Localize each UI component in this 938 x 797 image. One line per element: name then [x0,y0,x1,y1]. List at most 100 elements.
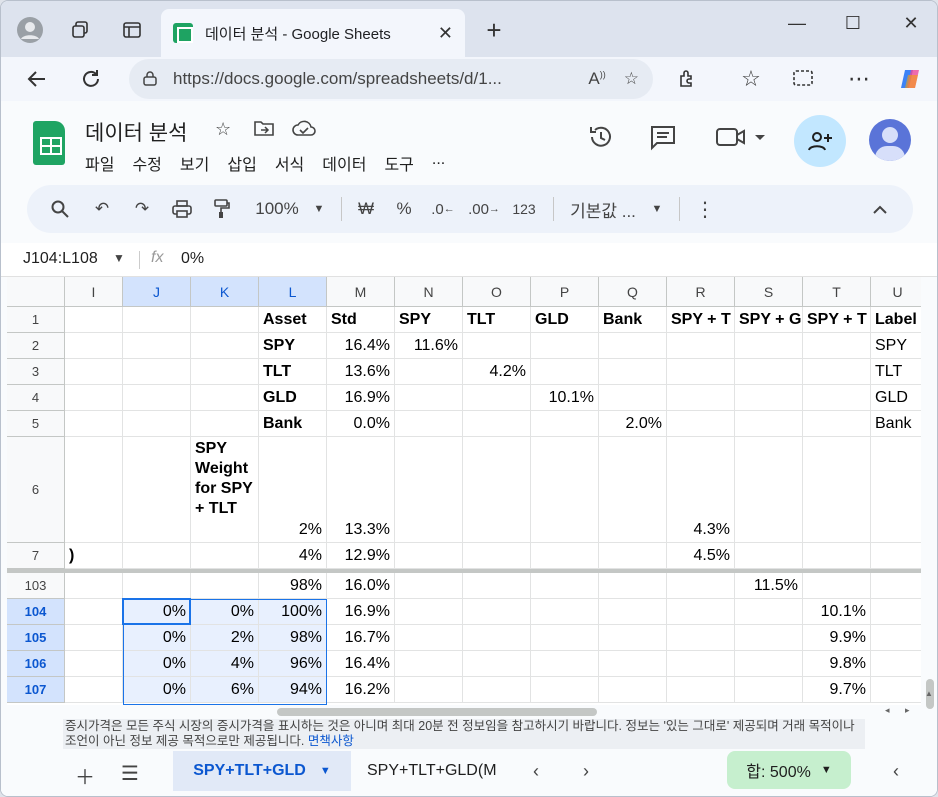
cell-m2[interactable]: 16.4% [327,333,395,359]
cell-m3[interactable]: 13.6% [327,359,395,385]
row-header-3[interactable]: 3 [7,359,65,385]
scroll-left-icon[interactable]: ◂ [885,705,890,716]
share-button[interactable] [794,115,846,167]
cell-k103[interactable] [191,573,259,599]
reload-icon[interactable] [75,63,107,95]
cell-r106[interactable] [667,651,735,677]
row-header-6[interactable]: 6 [7,437,65,543]
menu-file[interactable]: 파일 [85,151,114,175]
menu-tools[interactable]: 도구 [384,151,413,175]
cell-i104[interactable] [65,599,123,625]
cell-m1[interactable]: Std [327,307,395,333]
version-history-icon[interactable] [587,123,615,157]
cell-k3[interactable] [191,359,259,385]
all-sheets-icon[interactable]: ☰ [121,761,139,786]
comments-icon[interactable] [649,123,677,157]
cell-s3[interactable] [735,359,803,385]
cell-t103[interactable] [803,573,871,599]
cell-o5[interactable] [463,411,531,437]
scroll-sheets-right-icon[interactable]: › [583,761,589,782]
cell-r107[interactable] [667,677,735,703]
column-header-m[interactable]: M [327,277,395,307]
cell-o7[interactable] [463,543,531,569]
row-header-4[interactable]: 4 [7,385,65,411]
cell-s104[interactable] [735,599,803,625]
cell-q2[interactable] [599,333,667,359]
horizontal-scroll-thumb[interactable] [277,708,597,716]
cell-r2[interactable] [667,333,735,359]
disclaimer-link[interactable]: 면책사항 [308,734,354,748]
number-format-button[interactable]: 123 [509,185,539,233]
column-header-n[interactable]: N [395,277,463,307]
favorites-icon[interactable]: ☆ [735,63,767,95]
close-window-button[interactable]: ✕ [891,13,931,34]
favorite-star-icon[interactable]: ☆ [624,69,639,89]
cell-l107[interactable]: 94% [259,677,327,703]
close-tab-icon[interactable]: ✕ [438,23,453,44]
cell-o103[interactable] [463,573,531,599]
more-options-icon[interactable]: ⋯ [843,63,875,95]
column-header-q[interactable]: Q [599,277,667,307]
sum-dropdown-icon[interactable]: ▼ [821,764,832,776]
cell-s1[interactable]: SPY + G [735,307,803,333]
cell-u4[interactable]: GLD [871,385,921,411]
percent-format-button[interactable]: % [391,185,417,233]
column-header-p[interactable]: P [531,277,599,307]
zoom-dropdown-icon[interactable]: ▼ [311,185,327,233]
sheet-menu-icon[interactable]: ▼ [320,765,331,777]
column-header-t[interactable]: T [803,277,871,307]
cell-n7[interactable] [395,543,463,569]
cell-s107[interactable] [735,677,803,703]
cell-u106[interactable] [871,651,921,677]
search-menus-icon[interactable] [45,185,75,233]
document-title[interactable]: 데이터 분석 [85,117,187,147]
cell-p5[interactable] [531,411,599,437]
cell-t5[interactable] [803,411,871,437]
scroll-right-icon[interactable]: ▸ [905,705,910,716]
cell-q106[interactable] [599,651,667,677]
cell-k107[interactable]: 6% [191,677,259,703]
cell-u105[interactable] [871,625,921,651]
cell-k2[interactable] [191,333,259,359]
screenshot-icon[interactable] [787,63,819,95]
cell-n104[interactable] [395,599,463,625]
cell-o2[interactable] [463,333,531,359]
cell-s103[interactable]: 11.5% [735,573,803,599]
font-dropdown-icon[interactable]: ▼ [649,185,665,233]
cell-q4[interactable] [599,385,667,411]
cell-t4[interactable] [803,385,871,411]
maximize-button[interactable]: ☐ [833,13,873,34]
cell-l103[interactable]: 98% [259,573,327,599]
cell-j104[interactable]: 0% [123,599,191,625]
cell-j107[interactable]: 0% [123,677,191,703]
column-header-i[interactable]: I [65,277,123,307]
zoom-select[interactable]: 100% [247,185,307,233]
cell-n107[interactable] [395,677,463,703]
row-header-103[interactable]: 103 [7,573,65,599]
cell-o1[interactable]: TLT [463,307,531,333]
cell-t3[interactable] [803,359,871,385]
collapse-menus-icon[interactable] [867,185,893,233]
star-icon[interactable]: ☆ [215,119,231,140]
cell-r105[interactable] [667,625,735,651]
cell-o104[interactable] [463,599,531,625]
menu-edit[interactable]: 수정 [132,151,161,175]
cell-i107[interactable] [65,677,123,703]
cell-q6[interactable] [599,437,667,543]
cell-o4[interactable] [463,385,531,411]
cell-n105[interactable] [395,625,463,651]
cell-t2[interactable] [803,333,871,359]
cell-l3[interactable]: TLT [259,359,327,385]
cell-l1[interactable]: Asset [259,307,327,333]
cell-q107[interactable] [599,677,667,703]
cell-j5[interactable] [123,411,191,437]
cell-u1[interactable]: Label [871,307,921,333]
cell-n103[interactable] [395,573,463,599]
cell-u2[interactable]: SPY [871,333,921,359]
cell-p106[interactable] [531,651,599,677]
cell-q103[interactable] [599,573,667,599]
cell-s105[interactable] [735,625,803,651]
cell-u107[interactable] [871,677,921,703]
cell-l106[interactable]: 96% [259,651,327,677]
row-header-107[interactable]: 107 [7,677,65,703]
